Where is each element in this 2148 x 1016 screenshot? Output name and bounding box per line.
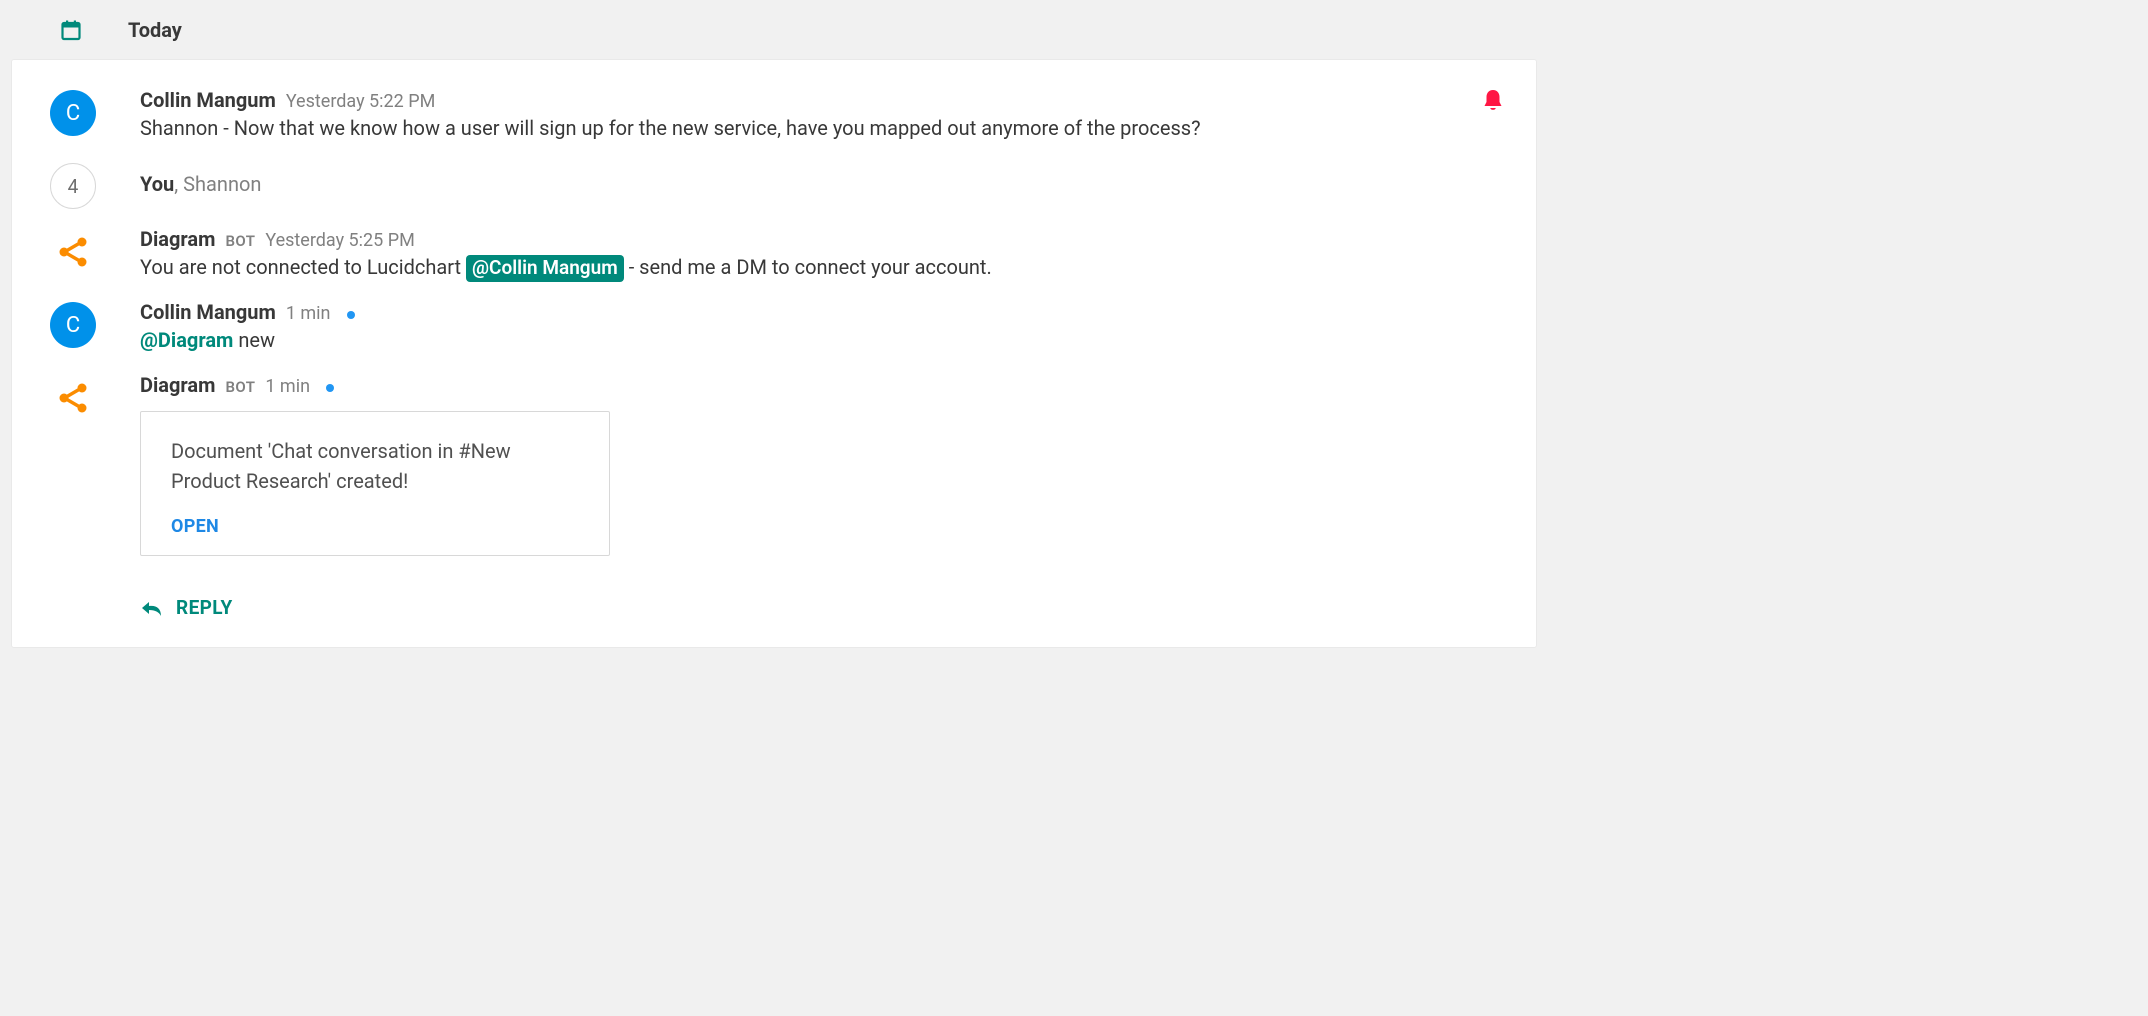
message-author[interactable]: Diagram (140, 227, 215, 251)
readers-names: , Shannon (174, 172, 261, 196)
message-author[interactable]: Collin Mangum (140, 88, 276, 112)
message-body: @Diagram new (140, 326, 1506, 355)
message-row: Diagram BOT Yesterday 5:25 PM You are no… (12, 227, 1536, 282)
message-row: Diagram BOT 1 min Document 'Chat convers… (12, 373, 1536, 556)
unread-dot-icon (326, 384, 334, 392)
attachment-card: Document 'Chat conversation in #New Prod… (140, 411, 610, 556)
notification-bell-icon[interactable] (1482, 88, 1504, 114)
readers-count-badge[interactable]: 4 (50, 163, 96, 209)
bot-badge: BOT (225, 232, 255, 250)
bot-avatar-icon[interactable] (50, 375, 96, 421)
message-row: C Collin Mangum Yesterday 5:22 PM Shanno… (12, 88, 1536, 143)
date-separator-label: Today (128, 18, 182, 42)
date-separator: Today (0, 0, 1548, 60)
avatar[interactable]: C (50, 90, 96, 136)
reply-label: REPLY (176, 596, 233, 619)
message-row: C Collin Mangum 1 min @Diagram new (12, 300, 1536, 355)
message-time: Yesterday 5:25 PM (265, 230, 414, 251)
readers-row: 4 You, Shannon (12, 161, 1536, 209)
calendar-icon (58, 18, 84, 42)
message-body: You are not connected to Lucidchart @Col… (140, 253, 1506, 282)
message-author[interactable]: Collin Mangum (140, 300, 276, 324)
message-time: 1 min (286, 303, 331, 324)
unread-dot-icon (347, 311, 355, 319)
message-body: Shannon - Now that we know how a user wi… (140, 114, 1506, 143)
readers-you-label: You (140, 172, 174, 196)
bot-avatar-icon[interactable] (50, 229, 96, 275)
reply-button[interactable]: REPLY (12, 566, 1536, 639)
avatar[interactable]: C (50, 302, 96, 348)
message-time: Yesterday 5:22 PM (286, 91, 435, 112)
message-author[interactable]: Diagram (140, 373, 215, 397)
avatar-letter: C (66, 101, 80, 126)
reply-arrow-icon (140, 599, 162, 617)
bot-badge: BOT (225, 378, 255, 396)
attachment-text: Document 'Chat conversation in #New Prod… (171, 436, 579, 496)
mention-link[interactable]: @Diagram (140, 328, 233, 352)
message-time: 1 min (265, 376, 310, 397)
attachment-open-button[interactable]: OPEN (171, 516, 579, 537)
avatar-letter: C (66, 313, 80, 338)
mention-pill[interactable]: @Collin Mangum (466, 255, 624, 282)
thread-card: C Collin Mangum Yesterday 5:22 PM Shanno… (12, 60, 1536, 647)
